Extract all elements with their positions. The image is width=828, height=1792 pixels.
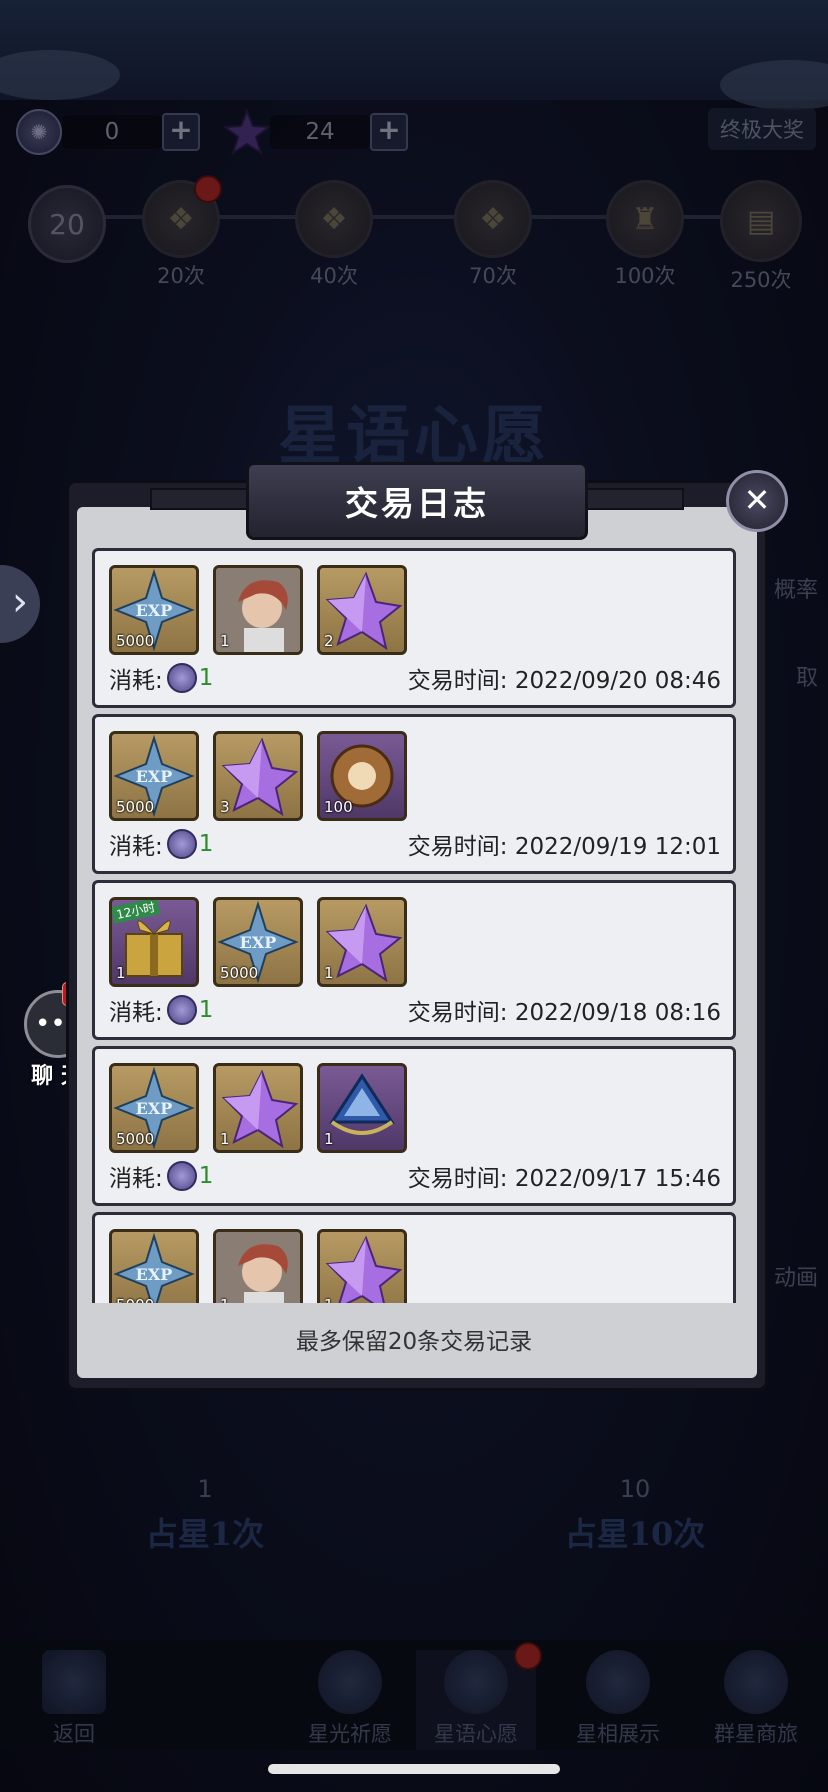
reward-item[interactable]: 1 xyxy=(317,1063,407,1153)
banner-wing xyxy=(150,488,254,510)
svg-text:EXP: EXP xyxy=(240,933,277,952)
cost-value: 1 xyxy=(198,1163,214,1189)
cost-value: 1 xyxy=(198,665,214,691)
record-limit-note: 最多保留20条交易记录 xyxy=(295,1329,533,1355)
trade-time: 交易时间: 2022/09/18 08:16 xyxy=(407,1000,721,1026)
item-quantity: 1 xyxy=(220,632,230,650)
trade-log-entry: EXP 5000 3 100 消耗: 1 交易时间: 2022/09/19 12:01 xyxy=(92,714,736,874)
dialog-title: 交易日志 xyxy=(345,484,489,523)
svg-text:EXP: EXP xyxy=(136,767,173,786)
cost-label: 消耗: xyxy=(109,668,163,694)
item-quantity: 2 xyxy=(324,632,334,650)
item-quantity: 5000 xyxy=(116,1130,155,1148)
item-quantity: 1 xyxy=(220,1296,230,1303)
item-quantity: 100 xyxy=(324,798,353,816)
trade-log-entry: EXP 5000 1 2 消耗: 1 交易时间: 2022/09/20 08:46 xyxy=(92,548,736,708)
reward-item[interactable]: 1 xyxy=(213,1229,303,1303)
reward-item[interactable]: EXP 5000 xyxy=(109,731,199,821)
cost-label: 消耗: xyxy=(109,1166,163,1192)
astrolabe-coin-icon xyxy=(166,995,197,1025)
svg-text:EXP: EXP xyxy=(136,1099,173,1118)
dialog-title-banner: 交易日志 xyxy=(246,462,588,540)
reward-item[interactable]: 2 xyxy=(317,565,407,655)
reward-item[interactable]: 1 xyxy=(213,1063,303,1153)
reward-item[interactable]: 1 xyxy=(317,1229,407,1303)
close-button[interactable]: ✕ xyxy=(726,470,788,532)
item-quantity: 3 xyxy=(220,798,230,816)
reward-item[interactable]: EXP 5000 xyxy=(109,1229,199,1303)
item-quantity: 1 xyxy=(324,1130,334,1148)
home-indicator[interactable] xyxy=(268,1764,560,1774)
cost-value: 1 xyxy=(198,831,214,857)
reward-item[interactable]: EXP 5000 xyxy=(213,897,303,987)
banner-wing xyxy=(580,488,684,510)
trade-time: 交易时间: 2022/09/17 15:46 xyxy=(407,1166,721,1192)
astrolabe-coin-icon xyxy=(166,663,197,693)
reward-item[interactable]: 3 xyxy=(213,731,303,821)
trade-log-list[interactable]: EXP 5000 1 2 消耗: 1 交易时间: 2022/09/20 08:46 EXP 50… xyxy=(92,548,736,1303)
cost-row: 消耗: 1 xyxy=(109,827,213,861)
reward-item[interactable]: 1 xyxy=(317,897,407,987)
item-quantity: 1 xyxy=(324,964,334,982)
item-quantity: 5000 xyxy=(116,1296,154,1303)
reward-item[interactable]: 1 xyxy=(213,565,303,655)
astrolabe-coin-icon xyxy=(166,1161,197,1191)
item-quantity: 5000 xyxy=(116,632,155,650)
cost-label: 消耗: xyxy=(109,1000,163,1026)
trade-log-entry: EXP 5000 1 1 xyxy=(92,1212,736,1303)
reward-item[interactable]: 12小时 1 xyxy=(109,897,199,987)
reward-item[interactable]: 100 xyxy=(317,731,407,821)
reward-item[interactable]: EXP 5000 xyxy=(109,565,199,655)
trade-log-entry: EXP 5000 1 1 消耗: 1 交易时间: 2022/09/17 15:46 xyxy=(92,1046,736,1206)
item-quantity: 1 xyxy=(116,964,126,982)
item-quantity: 1 xyxy=(324,1296,334,1303)
cost-label: 消耗: xyxy=(109,834,163,860)
svg-text:EXP: EXP xyxy=(136,1265,173,1284)
trade-log-entry: 12小时 1 EXP 5000 1 消耗: 1 交易时间: 2022/09/18 08:16 xyxy=(92,880,736,1040)
cost-row: 消耗: 1 xyxy=(109,661,213,695)
trade-time: 交易时间: 2022/09/20 08:46 xyxy=(407,668,721,694)
item-quantity: 5000 xyxy=(220,964,259,982)
cost-row: 消耗: 1 xyxy=(109,993,213,1027)
trade-time: 交易时间: 2022/09/19 12:01 xyxy=(407,834,721,860)
item-quantity: 1 xyxy=(220,1130,230,1148)
astrolabe-coin-icon xyxy=(166,829,197,859)
svg-text:EXP: EXP xyxy=(136,601,173,620)
reward-item[interactable]: EXP 5000 xyxy=(109,1063,199,1153)
item-quantity: 5000 xyxy=(116,798,155,816)
cost-value: 1 xyxy=(198,997,214,1023)
cost-row: 消耗: 1 xyxy=(109,1159,213,1193)
